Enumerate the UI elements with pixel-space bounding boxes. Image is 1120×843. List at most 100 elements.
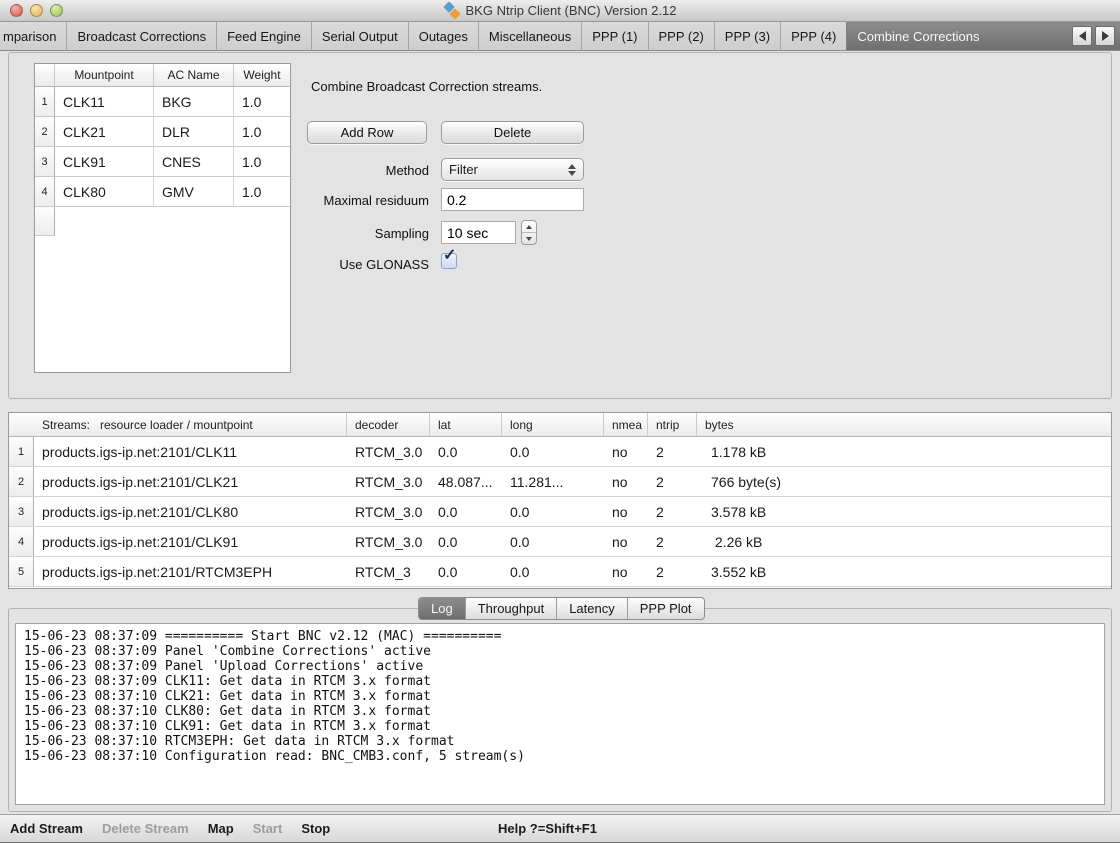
col-header-mountpoint: Mountpoint <box>55 64 154 86</box>
empty-row-header-cell <box>35 207 55 236</box>
stream-row[interactable]: 4 products.igs-ip.net:2101/CLK91 RTCM_3.… <box>9 527 1111 557</box>
main-tab[interactable]: mparison <box>0 22 66 50</box>
decoder-cell: RTCM_3.0 <box>347 467 430 496</box>
ntrip-cell: 2 <box>648 497 697 526</box>
stream-row[interactable]: 2 products.igs-ip.net:2101/CLK21 RTCM_3.… <box>9 467 1111 497</box>
ac-name-cell: DLR <box>154 117 234 146</box>
main-tab[interactable]: Miscellaneous <box>478 22 581 50</box>
mountpoint-table-row[interactable]: 4 CLK80 GMV 1.0 <box>35 177 290 207</box>
log-output: 15-06-23 08:37:09 ========== Start BNC v… <box>15 623 1105 805</box>
stream-row[interactable]: 5 products.igs-ip.net:2101/RTCM3EPH RTCM… <box>9 557 1111 587</box>
bytes-cell: 766 byte(s) <box>697 467 1111 496</box>
bytes-cell: 3.552 kB <box>697 557 1111 586</box>
mountpoint-cell: CLK11 <box>55 87 154 116</box>
view-tab[interactable]: PPP Plot <box>627 598 704 619</box>
tab-scroll-left-button[interactable] <box>1072 26 1092 46</box>
mountpoint-table-row[interactable]: 2 CLK21 DLR 1.0 <box>35 117 290 147</box>
log-line: 15-06-23 08:37:10 Configuration read: BN… <box>24 749 1096 764</box>
log-line: 15-06-23 08:37:10 RTCM3EPH: Get data in … <box>24 734 1096 749</box>
statusbar-button[interactable]: Add Stream <box>10 821 83 836</box>
weight-cell: 1.0 <box>234 177 290 206</box>
main-tab[interactable]: PPP (3) <box>714 22 780 50</box>
left-triangle-icon <box>1079 31 1086 41</box>
main-tab[interactable]: Outages <box>408 22 478 50</box>
ac-name-cell: CNES <box>154 147 234 176</box>
help-shortcut-button[interactable]: Help ?=Shift+F1 <box>498 821 597 836</box>
mountpoint-table-row[interactable]: 1 CLK11 BKG 1.0 <box>35 87 290 117</box>
log-line: 15-06-23 08:37:09 CLK11: Get data in RTC… <box>24 674 1096 689</box>
view-tabbar: Log Throughput Latency PPP Plot <box>418 597 705 620</box>
lat-cell: 0.0 <box>430 497 502 526</box>
statusbar-button[interactable]: Stop <box>301 821 330 836</box>
stream-row[interactable]: 3 products.igs-ip.net:2101/CLK80 RTCM_3.… <box>9 497 1111 527</box>
mountpoint-cell: products.igs-ip.net:2101/CLK21 <box>34 467 347 496</box>
main-tab[interactable]: Feed Engine <box>216 22 311 50</box>
window-title-area: BKG Ntrip Client (BNC) Version 2.12 <box>0 0 1120 20</box>
log-line: 15-06-23 08:37:09 Panel 'Upload Correcti… <box>24 659 1096 674</box>
add-row-button[interactable]: Add Row <box>307 121 427 144</box>
method-select[interactable]: Filter <box>441 158 584 181</box>
weight-cell: 1.0 <box>234 147 290 176</box>
main-tab[interactable]: Combine Corrections <box>846 22 989 50</box>
long-cell: 11.281... <box>502 467 604 496</box>
max-residuum-input[interactable]: 0.2 <box>441 188 584 211</box>
col-header-bytes: bytes <box>697 413 1111 436</box>
statusbar-button[interactable]: Delete Stream <box>102 821 189 836</box>
col-header-streams: Streams: resource loader / mountpoint <box>34 413 347 436</box>
ntrip-cell: 2 <box>648 557 697 586</box>
row-number: 4 <box>9 527 34 556</box>
zoom-button[interactable] <box>50 4 63 17</box>
mountpoint-cell: products.igs-ip.net:2101/CLK80 <box>34 497 347 526</box>
main-tab[interactable]: PPP (2) <box>648 22 714 50</box>
close-button[interactable] <box>10 4 23 17</box>
view-tab[interactable]: Log <box>419 598 465 619</box>
view-tab[interactable]: Throughput <box>465 598 557 619</box>
long-cell: 0.0 <box>502 437 604 466</box>
ntrip-cell: 2 <box>648 467 697 496</box>
mountpoint-cell: products.igs-ip.net:2101/CLK91 <box>34 527 347 556</box>
col-header-lat: lat <box>430 413 502 436</box>
minimize-button[interactable] <box>30 4 43 17</box>
mountpoint-table-body: 1 CLK11 BKG 1.0 2 CLK21 DLR 1.0 3 CLK91 … <box>35 87 290 207</box>
glonass-checkbox[interactable]: ✓ <box>441 253 457 269</box>
weight-cell: 1.0 <box>234 117 290 146</box>
sampling-label: Sampling <box>293 226 429 241</box>
mountpoint-table: Mountpoint AC Name Weight 1 CLK11 BKG 1.… <box>34 63 291 373</box>
log-line: 15-06-23 08:37:10 CLK80: Get data in RTC… <box>24 704 1096 719</box>
row-number: 3 <box>35 147 55 176</box>
ntrip-cell: 2 <box>648 527 697 556</box>
decoder-cell: RTCM_3 <box>347 557 430 586</box>
window-controls <box>10 4 63 17</box>
log-line: 15-06-23 08:37:09 ========== Start BNC v… <box>24 629 1096 644</box>
down-triangle-icon <box>526 237 532 241</box>
lat-cell: 0.0 <box>430 557 502 586</box>
statusbar: Add Stream Delete Stream Map Start Stop … <box>0 814 1120 843</box>
statusbar-button[interactable]: Start <box>253 821 283 836</box>
stepper-up-button[interactable] <box>522 221 536 232</box>
main-tab[interactable]: Serial Output <box>311 22 408 50</box>
row-number: 1 <box>9 437 34 466</box>
stream-row[interactable]: 1 products.igs-ip.net:2101/CLK11 RTCM_3.… <box>9 437 1111 467</box>
max-residuum-label: Maximal residuum <box>293 193 429 208</box>
main-tab[interactable]: PPP (1) <box>581 22 647 50</box>
sampling-input[interactable]: 10 sec <box>441 221 516 244</box>
nmea-cell: no <box>604 527 648 556</box>
nmea-cell: no <box>604 497 648 526</box>
decoder-cell: RTCM_3.0 <box>347 437 430 466</box>
mountpoint-table-row[interactable]: 3 CLK91 CNES 1.0 <box>35 147 290 177</box>
main-tabs: mparison Broadcast Corrections Feed Engi… <box>0 22 989 50</box>
delete-button[interactable]: Delete <box>441 121 584 144</box>
long-cell: 0.0 <box>502 557 604 586</box>
main-tab[interactable]: PPP (4) <box>780 22 846 50</box>
streams-corner <box>9 413 34 436</box>
row-number: 2 <box>9 467 34 496</box>
sampling-stepper <box>521 220 537 245</box>
main-tab[interactable]: Broadcast Corrections <box>66 22 216 50</box>
tab-scroll-right-button[interactable] <box>1095 26 1115 46</box>
col-header-weight: Weight <box>234 64 290 86</box>
stepper-down-button[interactable] <box>522 232 536 244</box>
nmea-cell: no <box>604 467 648 496</box>
log-line: 15-06-23 08:37:10 CLK91: Get data in RTC… <box>24 719 1096 734</box>
statusbar-button[interactable]: Map <box>208 821 234 836</box>
view-tab[interactable]: Latency <box>556 598 627 619</box>
